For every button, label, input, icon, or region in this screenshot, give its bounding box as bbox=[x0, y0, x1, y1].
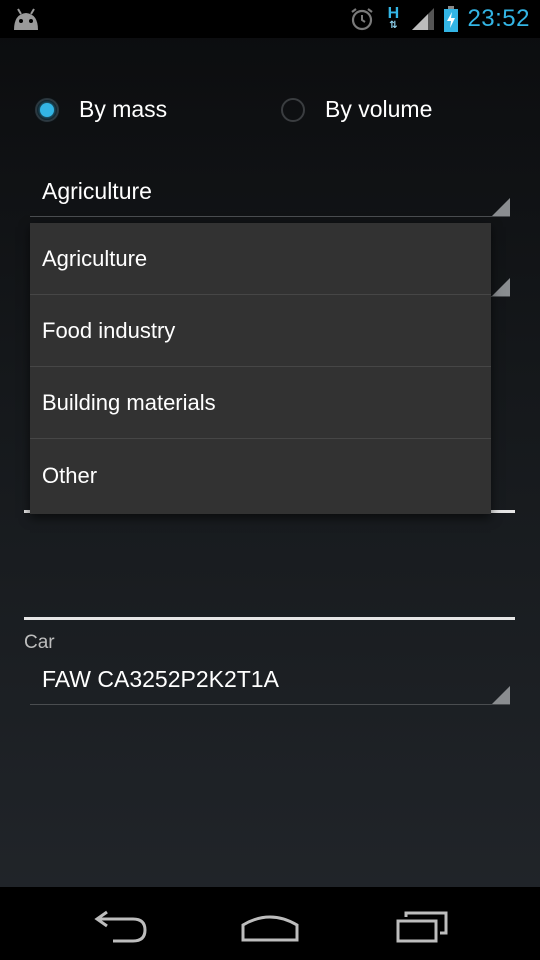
divider-line bbox=[24, 617, 515, 620]
navigation-bar bbox=[0, 887, 540, 960]
category-dropdown-list: Agriculture Food industry Building mater… bbox=[30, 223, 491, 514]
battery-charging-icon bbox=[444, 6, 459, 32]
dropdown-item-other[interactable]: Other bbox=[30, 439, 491, 512]
data-arrows-icon: H ⇅ bbox=[387, 5, 400, 31]
by-mass-radio[interactable]: By mass bbox=[35, 96, 167, 123]
car-spinner-value: FAW CA3252P2K2T1A bbox=[42, 666, 279, 692]
by-volume-label: By volume bbox=[325, 96, 433, 122]
clock: 23:52 bbox=[467, 5, 530, 32]
dropdown-arrow-icon bbox=[492, 198, 510, 216]
radio-unchecked-icon bbox=[281, 97, 305, 122]
dropdown-item-building-materials[interactable]: Building materials bbox=[30, 367, 491, 439]
dropdown-item-agriculture[interactable]: Agriculture bbox=[30, 223, 491, 295]
recent-apps-icon[interactable] bbox=[388, 905, 458, 945]
by-volume-radio[interactable]: By volume bbox=[281, 96, 432, 123]
car-label: Car bbox=[24, 632, 55, 653]
android-icon bbox=[14, 8, 38, 30]
alarm-icon bbox=[351, 8, 374, 31]
category-spinner[interactable]: Agriculture bbox=[30, 176, 510, 217]
signal-icon bbox=[412, 8, 435, 30]
category-spinner-value: Agriculture bbox=[42, 178, 152, 204]
car-spinner[interactable]: FAW CA3252P2K2T1A bbox=[30, 664, 510, 705]
dropdown-arrow-icon bbox=[492, 686, 510, 704]
dropdown-item-food-industry[interactable]: Food industry bbox=[30, 295, 491, 367]
dropdown-arrow-icon bbox=[492, 278, 510, 296]
back-icon[interactable] bbox=[85, 905, 155, 945]
radio-checked-icon bbox=[35, 97, 59, 122]
home-icon[interactable] bbox=[235, 905, 305, 945]
by-mass-label: By mass bbox=[79, 96, 168, 122]
status-bar: H ⇅ 23:52 bbox=[0, 0, 540, 38]
